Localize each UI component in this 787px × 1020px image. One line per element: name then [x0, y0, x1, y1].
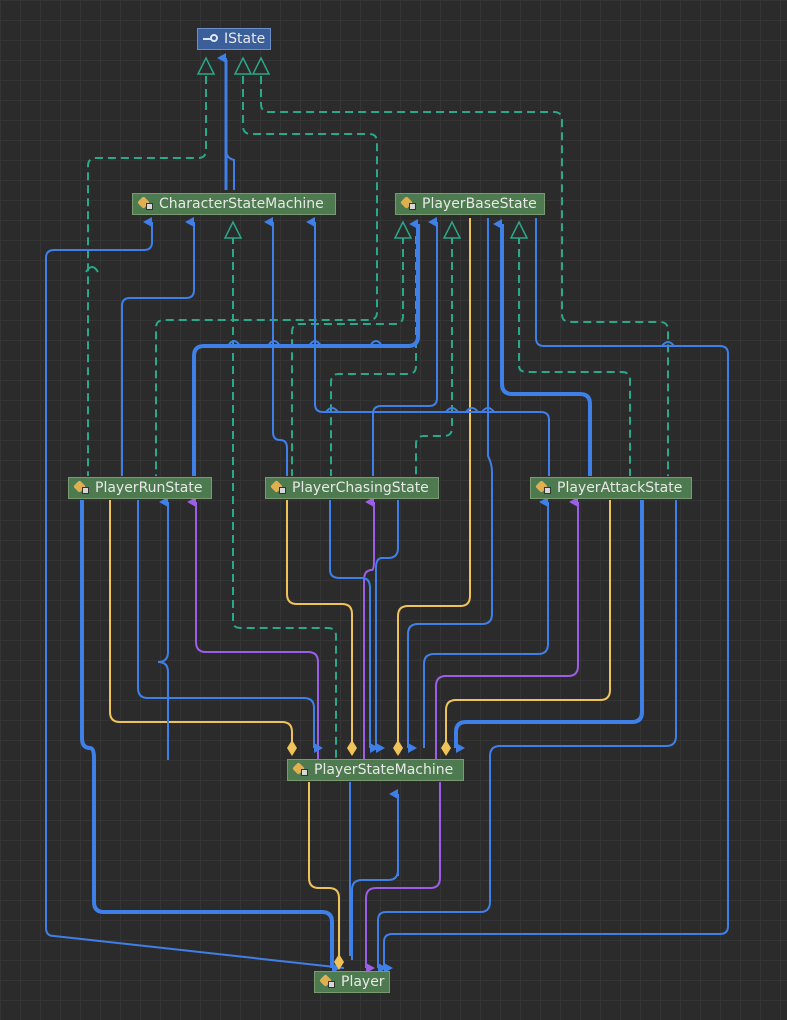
player-run-state-node[interactable]: PlayerRunState: [68, 477, 212, 499]
player-attack-state-node[interactable]: PlayerAttackState: [530, 477, 692, 499]
edge-layer: [45, 53, 729, 973]
node-label: Player: [341, 974, 385, 990]
class-icon: [271, 481, 287, 495]
create-edges: [187, 497, 579, 973]
player-base-state-node[interactable]: PlayerBaseState: [395, 193, 545, 215]
implements-edges: [87, 76, 669, 760]
character-state-machine-node[interactable]: CharacterStateMachine: [132, 193, 336, 215]
node-label: PlayerAttackState: [557, 480, 683, 496]
class-icon: [320, 975, 336, 989]
class-icon: [293, 763, 309, 777]
node-label: PlayerBaseState: [422, 196, 537, 212]
player-node[interactable]: Player: [314, 971, 390, 993]
interface-icon: [203, 32, 219, 46]
player-state-machine-node[interactable]: PlayerStateMachine: [287, 759, 464, 781]
class-icon: [138, 197, 154, 211]
node-label: PlayerStateMachine: [314, 762, 454, 778]
node-label: CharacterStateMachine: [159, 196, 324, 212]
class-icon: [536, 481, 552, 495]
class-icon: [401, 197, 417, 211]
node-label: PlayerChasingState: [292, 480, 429, 496]
class-icon: [74, 481, 90, 495]
istate-node[interactable]: IState: [197, 28, 271, 50]
node-label: PlayerRunState: [95, 480, 203, 496]
line-bridges: [85, 266, 675, 413]
node-label: IState: [224, 31, 266, 47]
player-chasing-state-node[interactable]: PlayerChasingState: [265, 477, 439, 499]
